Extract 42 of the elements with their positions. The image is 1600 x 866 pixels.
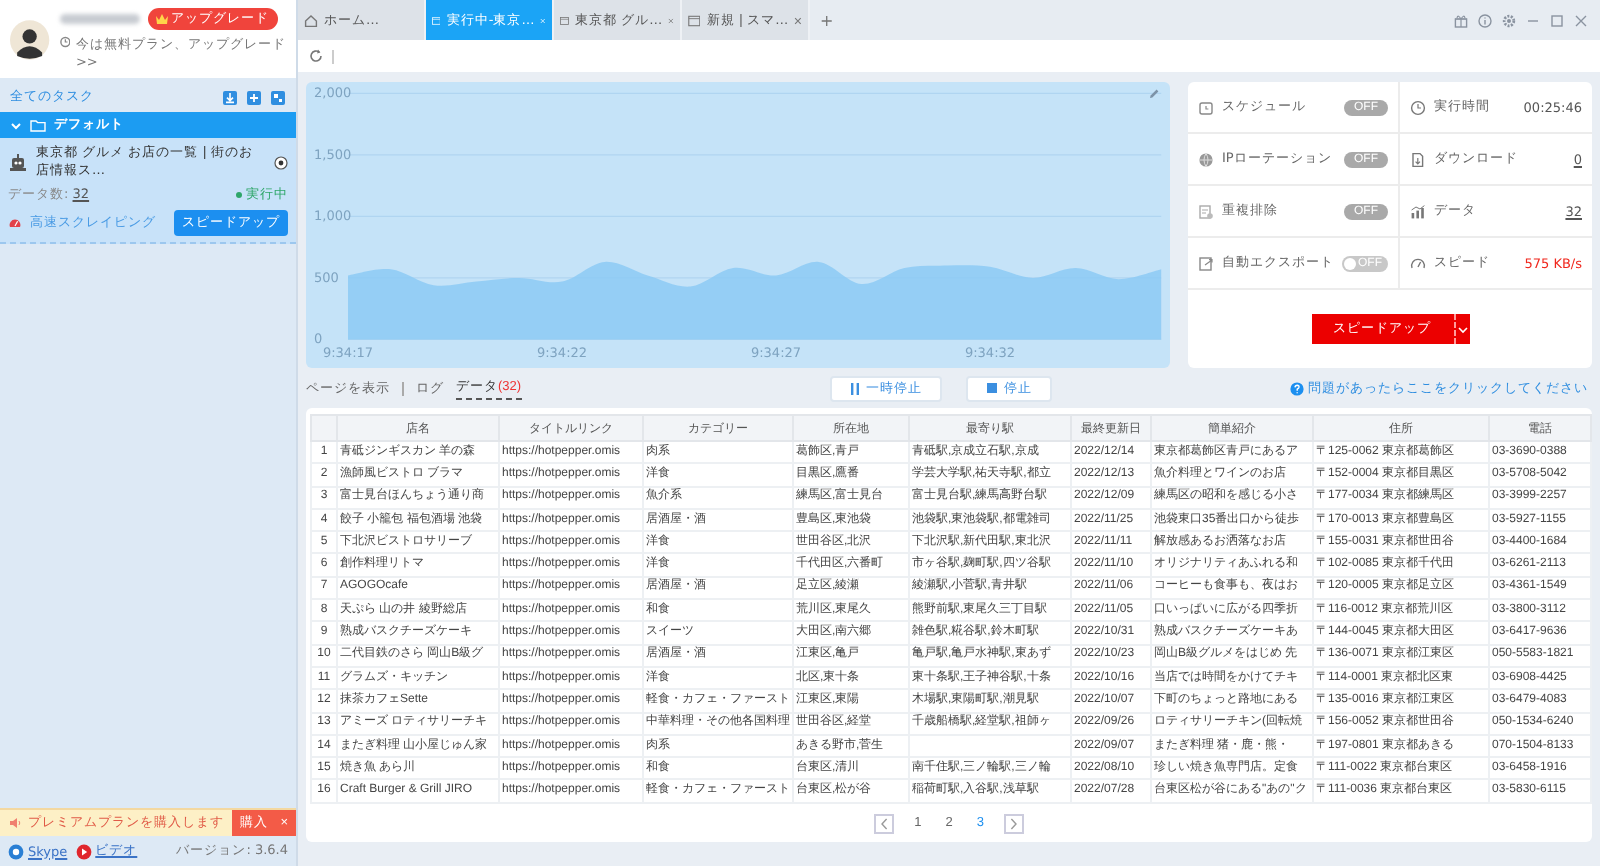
caret-icon[interactable] bbox=[1457, 325, 1467, 333]
page-icon bbox=[560, 13, 570, 27]
close-icon[interactable] bbox=[794, 15, 802, 25]
folder-icon bbox=[30, 119, 46, 131]
import-icon[interactable] bbox=[222, 89, 238, 105]
export-icon bbox=[1198, 255, 1214, 271]
gauge-icon bbox=[1410, 255, 1426, 271]
globe-icon bbox=[1198, 151, 1214, 167]
close-icon[interactable] bbox=[1574, 13, 1588, 27]
settings-icon[interactable] bbox=[1502, 13, 1516, 27]
crown-icon bbox=[155, 14, 168, 24]
chevron-right-icon bbox=[1009, 817, 1018, 830]
pause-icon bbox=[850, 381, 860, 395]
avatar-icon bbox=[10, 17, 50, 61]
add-icon[interactable] bbox=[246, 89, 262, 105]
page-icon bbox=[432, 13, 441, 27]
play-icon bbox=[75, 843, 92, 859]
blurred-name bbox=[59, 14, 140, 24]
robot-icon bbox=[8, 152, 28, 172]
maximize-icon[interactable] bbox=[1550, 13, 1564, 27]
target-icon[interactable] bbox=[274, 155, 288, 169]
page-icon bbox=[688, 13, 701, 27]
gift-icon[interactable] bbox=[1454, 13, 1468, 27]
clock-icon bbox=[1410, 99, 1426, 115]
new-tab-button[interactable]: + bbox=[810, 11, 844, 29]
grid-icon[interactable] bbox=[270, 89, 286, 105]
pencil-icon[interactable] bbox=[1148, 88, 1160, 100]
info-icon[interactable] bbox=[1478, 13, 1492, 27]
speaker-icon bbox=[8, 816, 22, 830]
chevron-left-icon bbox=[880, 817, 889, 830]
alarm-clock-icon bbox=[1198, 99, 1214, 115]
previous-page-button[interactable] bbox=[874, 813, 895, 834]
download-icon bbox=[1410, 151, 1426, 167]
home-icon bbox=[304, 13, 318, 27]
clock-icon bbox=[59, 36, 70, 48]
next-page-button[interactable] bbox=[1003, 813, 1024, 834]
help-icon bbox=[1290, 381, 1304, 395]
refresh-icon[interactable] bbox=[308, 48, 324, 64]
gauge-icon bbox=[8, 216, 22, 230]
stop-icon bbox=[986, 382, 998, 394]
bar-chart-icon bbox=[1410, 203, 1426, 219]
document-icon bbox=[1198, 203, 1214, 219]
